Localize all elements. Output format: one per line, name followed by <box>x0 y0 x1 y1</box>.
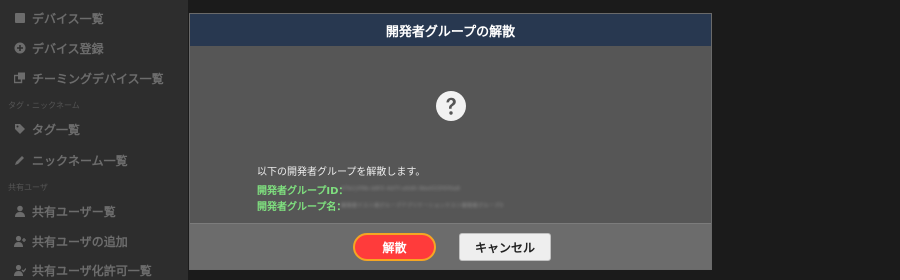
confirmation-message: 以下の開発者グループを解散します。 <box>257 167 426 178</box>
sidebar-item-nicknames[interactable]: ニックネーム一覧 <box>0 148 188 172</box>
sidebar: デバイス一覧 デバイス登録 チーミングデバイス一覧 タグ・ニックネーム タグ一覧 <box>0 0 188 280</box>
pencil-icon <box>14 154 26 166</box>
user-icon <box>14 205 26 217</box>
tags-icon <box>14 123 26 135</box>
sidebar-item-device-register[interactable]: デバイス登録 <box>0 36 188 60</box>
sidebar-item-label: デバイス一覧 <box>32 11 104 26</box>
sidebar-item-label: デバイス登録 <box>32 41 104 56</box>
dialog-title: 開発者グループの解散 <box>385 24 516 40</box>
plus-circle-icon <box>14 42 26 54</box>
sidebar-section-shared-users: 共有ユーザ <box>8 183 48 192</box>
user-plus-icon <box>14 235 26 247</box>
sidebar-item-label: 共有ユーザー覧 <box>32 204 116 219</box>
disband-group-dialog: 開発者グループの解散 以下の開発者グループを解散します。 開発者グループID： … <box>189 13 712 270</box>
sidebar-item-label: 共有ユーザ化許可一覧 <box>32 263 152 278</box>
app-root: デバイス一覧 デバイス登録 チーミングデバイス一覧 タグ・ニックネーム タグ一覧 <box>0 0 900 280</box>
sidebar-item-shared-user-permissions[interactable]: 共有ユーザ化許可一覧 <box>0 258 188 280</box>
sidebar-section-tags: タグ・ニックネーム <box>8 101 80 110</box>
group-id-value: 07b12f9b-b8f3-4d7f-a0d0-9be033f0f0a8 <box>341 186 461 192</box>
group-id-label: 開発者グループID： <box>257 185 349 197</box>
dialog-body: 以下の開発者グループを解散します。 開発者グループID： 07b12f9b-b8… <box>190 46 711 224</box>
sidebar-item-teaming-devices[interactable]: チーミングデバイス一覧 <box>0 66 188 90</box>
cancel-button[interactable]: キャンセル <box>459 233 551 261</box>
sidebar-item-tags[interactable]: タグ一覧 <box>0 117 188 141</box>
group-id-row: 開発者グループID： 07b12f9b-b8f3-4d7f-a0d0-9be03… <box>257 182 461 197</box>
group-name-label: 開発者グループ名： <box>257 201 347 213</box>
sidebar-item-label: ニックネーム一覧 <box>32 153 128 168</box>
list-icon <box>14 12 26 24</box>
sidebar-item-label: チーミングデバイス一覧 <box>32 71 164 86</box>
dialog-footer: 解散 キャンセル <box>190 223 711 269</box>
dialog-header: 開発者グループの解散 <box>190 14 711 46</box>
sidebar-item-add-shared-user[interactable]: 共有ユーザの追加 <box>0 229 188 253</box>
sidebar-item-device-list[interactable]: デバイス一覧 <box>0 6 188 30</box>
copy-icon <box>14 72 26 84</box>
user-check-icon <box>14 264 26 276</box>
sidebar-item-shared-users[interactable]: 共有ユーザー覧 <box>0 199 188 223</box>
disband-button[interactable]: 解散 <box>353 233 436 261</box>
question-circle-icon <box>435 90 467 122</box>
sidebar-item-label: タグ一覧 <box>32 122 81 137</box>
group-name-row: 開発者グループ名： 開発者テスト用グループアプリケーションテスト開発者グループ3 <box>257 198 504 213</box>
group-name-value: 開発者テスト用グループアプリケーションテスト開発者グループ3 <box>341 202 504 209</box>
sidebar-item-label: 共有ユーザの追加 <box>32 234 128 249</box>
